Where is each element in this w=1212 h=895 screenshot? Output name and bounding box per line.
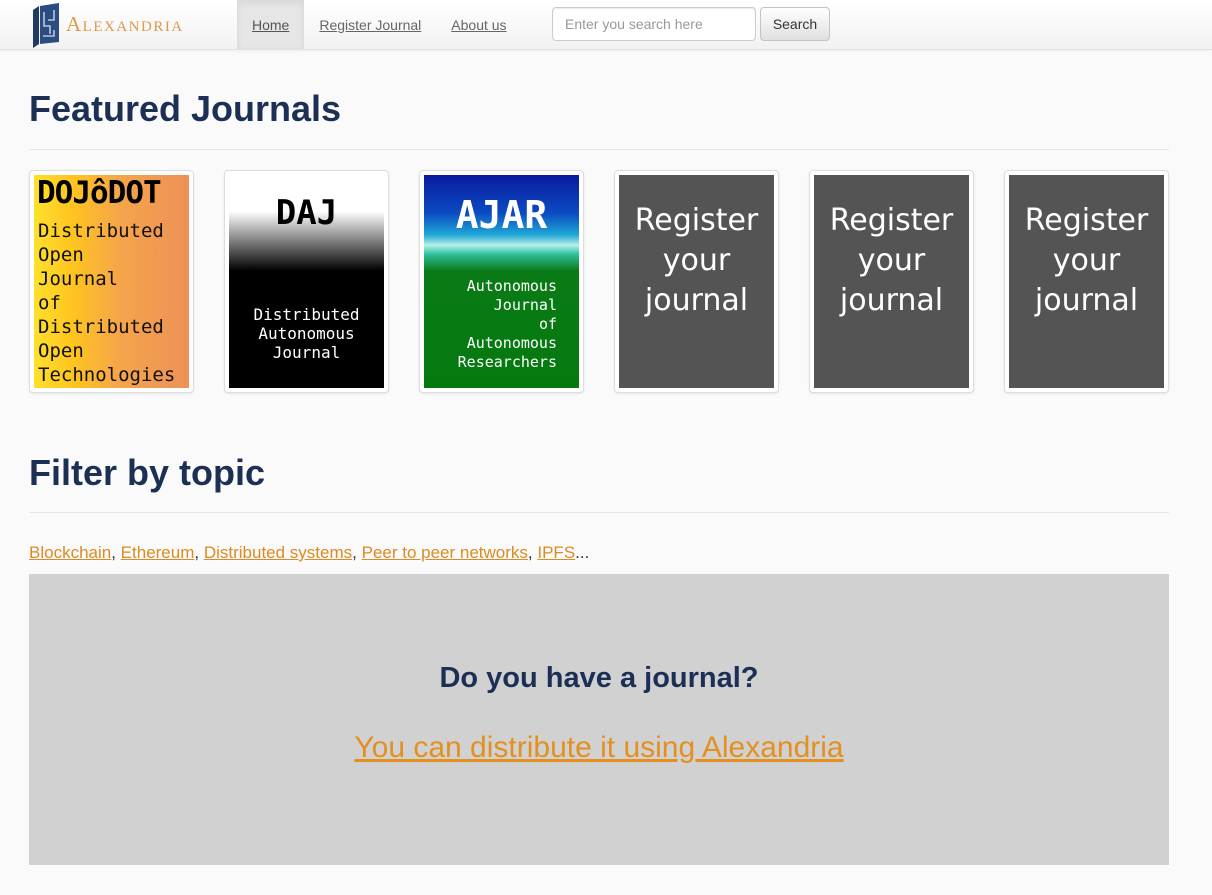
separator: , [352, 543, 362, 562]
brand-name: Alexandria [66, 12, 184, 36]
topic-list: Blockchain, Ethereum, Distributed system… [29, 543, 589, 563]
nav-item-about-us[interactable]: About us [436, 0, 521, 49]
navbar: Alexandria Home Register Journal About u… [0, 0, 1212, 50]
journal-cover-subtitle: Distributed Autonomous Journal [253, 305, 360, 362]
search-input[interactable] [552, 7, 756, 41]
journal-card-register[interactable]: Register your journal [1004, 170, 1169, 393]
journal-cover: Register your journal [1009, 175, 1164, 388]
journal-cover-title: DOJôDOT [37, 175, 162, 211]
journal-cover: AJAR Autonomous Journal of Autonomous Re… [424, 175, 579, 388]
separator: , [194, 543, 204, 562]
topic-link-peer-to-peer-networks[interactable]: Peer to peer networks [362, 543, 528, 562]
journal-card-register[interactable]: Register your journal [809, 170, 974, 393]
alexandria-logo-icon [33, 2, 59, 48]
journal-cover-title: Register your journal [1024, 203, 1149, 318]
journal-card-register[interactable]: Register your journal [614, 170, 779, 393]
nav-item-home[interactable]: Home [237, 0, 305, 49]
journal-card-ajar[interactable]: AJAR Autonomous Journal of Autonomous Re… [419, 170, 584, 393]
journal-cover-subtitle: Autonomous Journal of Autonomous Researc… [457, 277, 557, 371]
topic-link-ipfs[interactable]: IPFS [537, 543, 575, 562]
journal-cover-title: Register your journal [634, 203, 759, 318]
cta-distribute-link[interactable]: You can distribute it using Alexandria [29, 731, 1169, 765]
main-nav: Home Register Journal About us [237, 0, 522, 49]
divider [29, 512, 1169, 513]
filter-by-topic-heading: Filter by topic [29, 452, 266, 493]
divider [29, 149, 1169, 150]
journal-card-daj[interactable]: DAJ Distributed Autonomous Journal [224, 170, 389, 393]
journal-cover-subtitle: Distributed Open Journal of Distributed … [38, 220, 176, 386]
topic-link-blockchain[interactable]: Blockchain [29, 543, 111, 562]
journal-card-dojodot[interactable]: DOJôDOT Distributed Open Journal of Dist… [29, 170, 194, 393]
featured-journals-heading: Featured Journals [29, 88, 342, 129]
cta-question: Do you have a journal? [439, 662, 759, 694]
journal-cover: DAJ Distributed Autonomous Journal [229, 175, 384, 388]
separator: , [527, 543, 538, 562]
topic-ellipsis: ... [575, 543, 590, 562]
nav-item-register-journal[interactable]: Register Journal [304, 0, 436, 49]
journal-cover-title: AJAR [455, 193, 548, 237]
separator: , [111, 543, 121, 562]
journal-cover: Register your journal [619, 175, 774, 388]
journal-cover-title: Register your journal [829, 203, 954, 318]
journal-grid: DOJôDOT Distributed Open Journal of Dist… [29, 170, 1169, 393]
journal-cover: Register your journal [814, 175, 969, 388]
topic-link-distributed-systems[interactable]: Distributed systems [204, 543, 352, 562]
journal-cover-title: DAJ [275, 193, 338, 233]
journal-cover: DOJôDOT Distributed Open Journal of Dist… [34, 175, 189, 388]
cta-banner: Do you have a journal? You can distribut… [29, 574, 1169, 865]
search-button[interactable]: Search [760, 7, 830, 41]
brand[interactable]: Alexandria [30, 0, 184, 49]
topic-link-ethereum[interactable]: Ethereum [121, 543, 195, 562]
